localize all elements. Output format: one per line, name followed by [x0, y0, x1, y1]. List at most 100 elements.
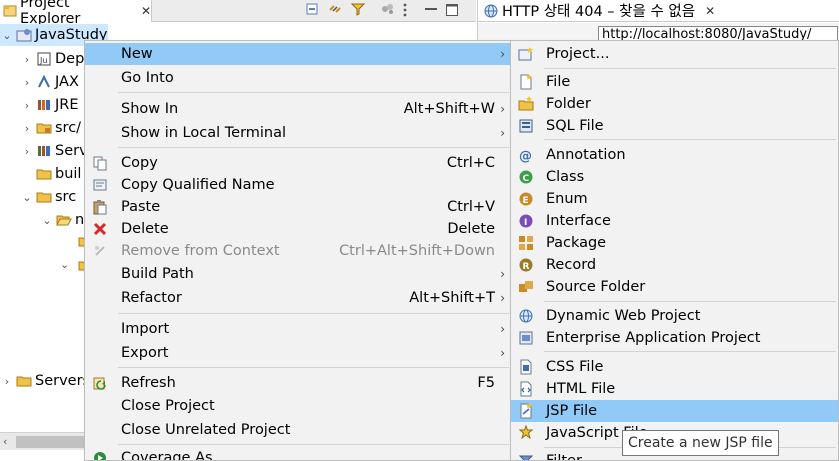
tree-item-label: src/ [55, 120, 82, 136]
new-submenu: Project... File Folder SQL File @ Annota… [510, 40, 839, 461]
chevron-right-icon[interactable]: › [20, 99, 34, 112]
submenu-item-dynamic-web-project[interactable]: Dynamic Web Project [511, 305, 838, 327]
svg-text:R: R [523, 262, 530, 272]
submenu-item-html-file[interactable]: HTML File [511, 378, 838, 400]
submenu-item-enterprise-application-project[interactable]: Enterprise Application Project [511, 327, 838, 349]
menu-item-show-in[interactable]: Show In Alt+Shift+W › [85, 98, 511, 120]
project-explorer-tab[interactable]: Project Explorer ✕ [0, 0, 152, 27]
submenu-item-file[interactable]: File [511, 71, 838, 93]
tree-item-servers[interactable]: › Servers [0, 370, 90, 392]
menu-separator [118, 92, 509, 93]
class-icon: C [518, 169, 534, 185]
close-icon[interactable]: ✕ [141, 4, 151, 18]
menu-item-label: Show In [121, 101, 179, 117]
tree-item-label: Serv [55, 143, 88, 159]
close-icon[interactable]: ✕ [705, 4, 715, 18]
menu-item-import[interactable]: Import › [85, 318, 511, 340]
refresh-icon [92, 375, 108, 391]
chevron-right-icon[interactable]: › [20, 53, 34, 66]
menu-item-new[interactable]: New › [85, 43, 511, 65]
menu-item-refresh[interactable]: Refresh F5 [85, 372, 511, 394]
browser-tab[interactable]: HTTP 상태 404 – 찾을 수 없음 ✕ [478, 0, 839, 22]
horizontal-scrollbar[interactable]: ‹ [0, 432, 90, 450]
tree-item-label: JAX [55, 74, 79, 90]
submenu-item-folder[interactable]: Folder [511, 93, 838, 115]
new-file-icon [518, 74, 534, 90]
submenu-item-source-folder[interactable]: Source Folder [511, 276, 838, 298]
new-folder-icon [518, 96, 534, 112]
menu-item-label: Copy Qualified Name [121, 177, 275, 193]
submenu-item-project[interactable]: Project... [511, 43, 838, 65]
submenu-item-label: Folder [546, 96, 591, 112]
javascript-file-icon [518, 425, 534, 441]
view-menu-icon[interactable] [380, 1, 396, 17]
chevron-right-icon[interactable]: › [20, 122, 34, 135]
submenu-item-record[interactable]: R Record [511, 254, 838, 276]
tree-item-jre[interactable]: › JRE [20, 94, 79, 116]
scrollbar-thumb[interactable] [16, 436, 86, 448]
chevron-down-icon[interactable]: ⌄ [20, 191, 34, 204]
chevron-down-icon[interactable]: ⌄ [0, 29, 14, 42]
menu-item-go-into[interactable]: Go Into [85, 67, 511, 89]
filter-icon[interactable] [350, 1, 366, 17]
tree-item-src[interactable]: ⌄ src [20, 186, 76, 208]
menu-item-copy-qualified-name[interactable]: Copy Qualified Name [85, 174, 511, 196]
project-explorer-view-icon [3, 4, 17, 18]
submenu-item-package[interactable]: Package [511, 232, 838, 254]
menu-item-close-project[interactable]: Close Project [85, 395, 511, 417]
submenu-item-label: Filter [546, 453, 582, 461]
library-icon [36, 143, 52, 159]
submenu-item-sql-file[interactable]: SQL File [511, 115, 838, 137]
paste-icon [92, 199, 108, 215]
collapse-all-icon[interactable] [304, 1, 320, 17]
context-menu: New › Go Into Show In Alt+Shift+W › Show… [84, 40, 512, 461]
menu-item-label: Build Path [121, 266, 194, 282]
tree-item-src-main[interactable]: › src/ [20, 117, 81, 139]
menu-item-shortcut: Ctrl+V [447, 199, 495, 215]
submenu-item-label: HTML File [546, 381, 616, 397]
submenu-item-jsp-file[interactable]: JSP File [511, 400, 838, 422]
source-folder-icon [518, 279, 534, 295]
chevron-right-icon[interactable]: › [20, 76, 34, 89]
menu-item-close-unrelated-project[interactable]: Close Unrelated Project [85, 419, 511, 441]
menu-item-copy[interactable]: Copy Ctrl+C [85, 152, 511, 174]
css-file-icon [518, 359, 534, 375]
menu-item-paste[interactable]: Paste Ctrl+V [85, 196, 511, 218]
chevron-right-icon[interactable]: › [0, 375, 14, 388]
link-with-editor-icon[interactable] [327, 1, 343, 17]
scroll-left-icon[interactable]: ‹ [3, 435, 7, 448]
folder-open-icon [56, 212, 72, 228]
tooltip: Create a new JSP file [622, 430, 779, 456]
menu-item-show-in-terminal[interactable]: Show in Local Terminal › [85, 122, 511, 144]
submenu-item-interface[interactable]: I Interface [511, 210, 838, 232]
chevron-down-icon[interactable]: ⌄ [60, 258, 69, 271]
menu-item-label: Delete [121, 221, 169, 237]
submenu-item-label: Package [546, 235, 607, 251]
chevron-down-icon[interactable]: ⌄ [40, 214, 54, 227]
submenu-item-label: JSP File [546, 403, 598, 419]
svg-text:I: I [524, 218, 527, 228]
submenu-separator [544, 68, 836, 69]
more-options-icon[interactable] [403, 3, 419, 19]
menu-item-coverage-as[interactable]: Coverage As [85, 447, 511, 460]
menu-item-build-path[interactable]: Build Path › [85, 263, 511, 285]
deployment-descriptor-icon: Ju [36, 51, 52, 67]
tree-item-main[interactable]: ⌄ n [40, 209, 84, 231]
submenu-item-css-file[interactable]: CSS File [511, 356, 838, 378]
tree-item-deployment[interactable]: › Ju Dep [20, 48, 85, 70]
tree-item-servers-lib[interactable]: › Serv [20, 140, 88, 162]
submenu-item-enum[interactable]: E Enum [511, 188, 838, 210]
tree-item-label: n [75, 212, 85, 228]
tree-item-jax[interactable]: › JAX [20, 71, 79, 93]
menu-item-export[interactable]: Export › [85, 342, 511, 364]
chevron-right-icon[interactable]: › [20, 145, 34, 158]
submenu-item-annotation[interactable]: @ Annotation [511, 144, 838, 166]
menu-item-refactor[interactable]: Refactor Alt+Shift+T › [85, 287, 511, 309]
annotation-icon: @ [518, 147, 534, 163]
maximize-icon[interactable] [446, 4, 462, 20]
menu-item-delete[interactable]: Delete Delete [85, 218, 511, 240]
svg-text:C: C [523, 174, 530, 184]
tree-item-build[interactable]: buil [20, 163, 81, 185]
minimize-icon[interactable] [425, 6, 441, 22]
submenu-item-class[interactable]: C Class [511, 166, 838, 188]
